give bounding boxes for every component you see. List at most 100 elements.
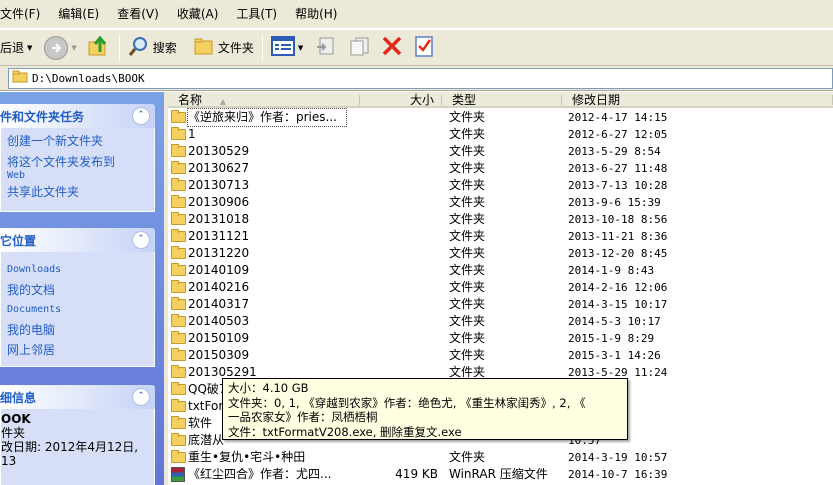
other-places-header[interactable]: 它位置 ˆ xyxy=(0,228,155,252)
up-folder-icon xyxy=(87,34,111,61)
file-date: 2015-3-1 14:26 xyxy=(568,349,661,362)
file-name: 20140216 xyxy=(188,280,250,294)
file-date: 2013-6-27 11:48 xyxy=(568,162,668,175)
file-row[interactable]: 20130529 文件夹 2013-5-29 8:54 xyxy=(168,143,833,160)
folder-icon xyxy=(171,314,186,327)
detail-name: OOK xyxy=(1,412,31,426)
collapse-up-icon[interactable]: ˆ xyxy=(132,231,150,249)
file-tasks-panel: 件和文件夹任务 ˆ 创建一个新文件夹 将这个文件夹发布到 Web 共享此文件夹 xyxy=(0,104,155,212)
file-row[interactable]: 20150309 文件夹 2015-3-1 14:26 xyxy=(168,347,833,364)
file-row[interactable]: 《逆旅来归》作者：pries... 文件夹 2012-4-17 14:15 xyxy=(168,108,833,127)
file-row[interactable]: 《红尘四合》作者：尤四... 419 KB WinRAR 压缩文件 2014-10-7… xyxy=(168,466,833,483)
file-date: 2014-5-3 10:17 xyxy=(568,315,661,328)
properties-button[interactable] xyxy=(410,33,438,63)
file-row[interactable]: 20131220 文件夹 2013-12-20 8:45 xyxy=(168,245,833,262)
file-name: 20150309 xyxy=(188,348,250,362)
folder-icon xyxy=(171,331,186,344)
file-tasks-header[interactable]: 件和文件夹任务 ˆ xyxy=(0,104,155,128)
folder-icon xyxy=(171,280,186,293)
up-folder-button[interactable] xyxy=(84,33,114,63)
sort-asc-icon: ▲ xyxy=(219,97,226,106)
chevron-down-icon[interactable]: ▼ xyxy=(71,44,76,52)
file-row[interactable]: 重生•复仇•宅斗•种田 文件夹 2014-3-19 10:57 xyxy=(168,449,833,466)
file-type: 文件夹 xyxy=(449,314,486,328)
menu-tools[interactable]: 工具(T) xyxy=(227,0,286,29)
file-date: 2014-10-7 16:39 xyxy=(568,468,668,481)
publish-web-link-suffix[interactable]: Web xyxy=(7,170,148,181)
detail-modified: 改日期: 2012年4月12日, xyxy=(1,440,139,454)
column-name-label: 名称 xyxy=(178,93,203,107)
search-button[interactable]: 搜索 xyxy=(125,33,180,63)
delete-button[interactable] xyxy=(378,33,406,63)
address-bar: D:\Downloads\BOOK xyxy=(0,66,833,91)
tooltip-folders: 文件夹：0, 1, 《穿越到农家》作者：绝色尤, 《重生林家闺秀》, 2, 《 xyxy=(228,395,586,410)
forward-arrow-icon xyxy=(44,35,69,60)
forward-button[interactable]: ▼ xyxy=(41,33,79,63)
file-row[interactable]: 1 文件夹 2012-6-27 12:05 xyxy=(168,126,833,143)
file-row[interactable]: 20130627 文件夹 2013-6-27 11:48 xyxy=(168,160,833,177)
menu-file[interactable]: 文件(F) xyxy=(0,0,49,29)
move-to-button[interactable] xyxy=(312,33,340,63)
publish-web-link[interactable]: 将这个文件夹发布到 xyxy=(7,154,148,170)
collapse-up-icon[interactable]: ˆ xyxy=(132,388,150,406)
file-name: 20150109 xyxy=(188,331,250,345)
folder-icon xyxy=(171,161,186,174)
folder-icon xyxy=(171,127,186,140)
file-row[interactable]: 20140109 文件夹 2014-1-9 8:43 xyxy=(168,262,833,279)
collapse-up-icon[interactable]: ˆ xyxy=(132,107,150,125)
file-date: 2014-3-19 10:57 xyxy=(568,451,668,464)
search-icon xyxy=(128,35,150,60)
menu-favorites[interactable]: 收藏(A) xyxy=(168,0,228,29)
folders-button[interactable]: 文件夹 xyxy=(190,33,257,63)
place-my-documents[interactable]: 我的文档 xyxy=(7,280,148,300)
file-row[interactable]: 20140503 文件夹 2014-5-3 10:17 xyxy=(168,313,833,330)
folder-icon xyxy=(171,212,186,225)
file-name: 《红尘四合》作者：尤四... xyxy=(188,467,332,481)
folder-icon xyxy=(171,144,186,157)
place-my-computer[interactable]: 我的电脑 xyxy=(7,320,148,340)
file-row[interactable]: 20130906 文件夹 2013-9-6 15:39 xyxy=(168,194,833,211)
file-row[interactable]: 20140317 文件夹 2014-3-15 10:17 xyxy=(168,296,833,313)
chevron-down-icon[interactable]: ▼ xyxy=(298,44,303,52)
file-date: 2013-11-21 8:36 xyxy=(568,230,668,243)
column-header-date[interactable]: 修改日期 xyxy=(562,92,833,108)
file-row[interactable]: 20150109 文件夹 2015-1-9 8:29 xyxy=(168,330,833,347)
column-header-type[interactable]: 类型 xyxy=(442,92,562,108)
file-type: 文件夹 xyxy=(449,263,486,277)
file-row[interactable]: 20131121 文件夹 2013-11-21 8:36 xyxy=(168,228,833,245)
place-network[interactable]: 网上邻居 xyxy=(7,340,148,360)
file-name: 20130529 xyxy=(188,144,250,158)
chevron-down-icon[interactable]: ▼ xyxy=(27,44,32,52)
copy-to-button[interactable] xyxy=(344,33,374,63)
toolbar: 后退 ▼ ▼ 搜索 文件夹 ▼ xyxy=(0,29,833,66)
menu-edit[interactable]: 编辑(E) xyxy=(49,0,108,29)
folder-icon xyxy=(171,246,186,259)
new-folder-link[interactable]: 创建一个新文件夹 xyxy=(7,133,148,149)
file-type: 文件夹 xyxy=(449,178,486,192)
file-type: 文件夹 xyxy=(449,348,486,362)
file-name: 20140317 xyxy=(188,297,250,311)
details-header[interactable]: 细信息 ˆ xyxy=(0,385,155,409)
views-button[interactable]: ▼ xyxy=(268,33,306,63)
file-date: 2015-1-9 8:29 xyxy=(568,332,655,345)
column-header-name[interactable]: 名称 ▲ xyxy=(168,92,360,108)
file-type: 文件夹 xyxy=(449,229,486,243)
share-folder-link[interactable]: 共享此文件夹 xyxy=(7,184,148,200)
back-button[interactable]: 后退 ▼ xyxy=(0,33,35,63)
file-date: 2012-4-17 14:15 xyxy=(568,111,668,124)
file-row[interactable]: 20130713 文件夹 2013-7-13 10:28 xyxy=(168,177,833,194)
address-field[interactable]: D:\Downloads\BOOK xyxy=(8,67,833,89)
rar-archive-icon xyxy=(171,467,185,482)
place-documents[interactable]: Documents xyxy=(7,300,148,320)
file-row[interactable]: 20140216 文件夹 2014-2-16 12:06 xyxy=(168,279,833,296)
file-date: 2013-7-13 10:28 xyxy=(568,179,668,192)
menu-view[interactable]: 查看(V) xyxy=(108,0,168,29)
file-type: 文件夹 xyxy=(449,297,486,311)
column-header-size[interactable]: 大小 xyxy=(360,92,442,108)
menu-help[interactable]: 帮助(H) xyxy=(286,0,346,29)
file-row[interactable]: 20131018 文件夹 2013-10-18 8:56 xyxy=(168,211,833,228)
file-type: WinRAR 压缩文件 xyxy=(449,467,548,481)
address-path[interactable]: D:\Downloads\BOOK xyxy=(32,72,145,85)
other-places-panel: 它位置 ˆ Downloads 我的文档 Documents 我的电脑 网上邻居 xyxy=(0,228,155,367)
place-downloads[interactable]: Downloads xyxy=(7,260,148,280)
